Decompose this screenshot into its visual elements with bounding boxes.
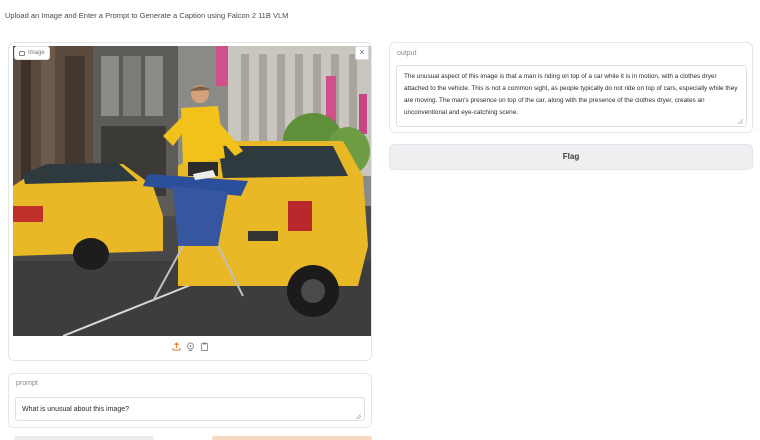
image-label-badge: Image	[14, 46, 50, 60]
image-input-panel: Image ×	[8, 42, 372, 361]
page-title: Upload an Image and Enter a Prompt to Ge…	[5, 11, 289, 20]
clear-button-edge[interactable]	[14, 436, 154, 440]
upload-icon[interactable]	[172, 342, 181, 351]
submit-button-edge[interactable]	[212, 436, 372, 440]
output-textbox[interactable]: The unusual aspect of this image is that…	[396, 65, 747, 127]
uploaded-image	[13, 46, 371, 336]
flag-button[interactable]: Flag	[389, 144, 753, 170]
output-panel: output The unusual aspect of this image …	[389, 42, 753, 133]
prompt-label: prompt	[16, 380, 38, 387]
clear-image-button[interactable]: ×	[355, 46, 369, 60]
clipboard-icon[interactable]	[200, 342, 209, 351]
image-label-text: Image	[28, 50, 45, 56]
image-icon	[19, 50, 25, 56]
street-photo	[13, 46, 371, 336]
image-source-toolbar	[9, 342, 371, 351]
prompt-input[interactable]: What is unusual about this image?	[15, 397, 365, 421]
prompt-panel: prompt What is unusual about this image?	[8, 373, 372, 428]
prompt-resize-handle[interactable]	[356, 414, 361, 419]
webcam-icon[interactable]	[186, 342, 195, 351]
output-resize-handle[interactable]	[738, 119, 743, 124]
output-label: output	[397, 50, 417, 57]
